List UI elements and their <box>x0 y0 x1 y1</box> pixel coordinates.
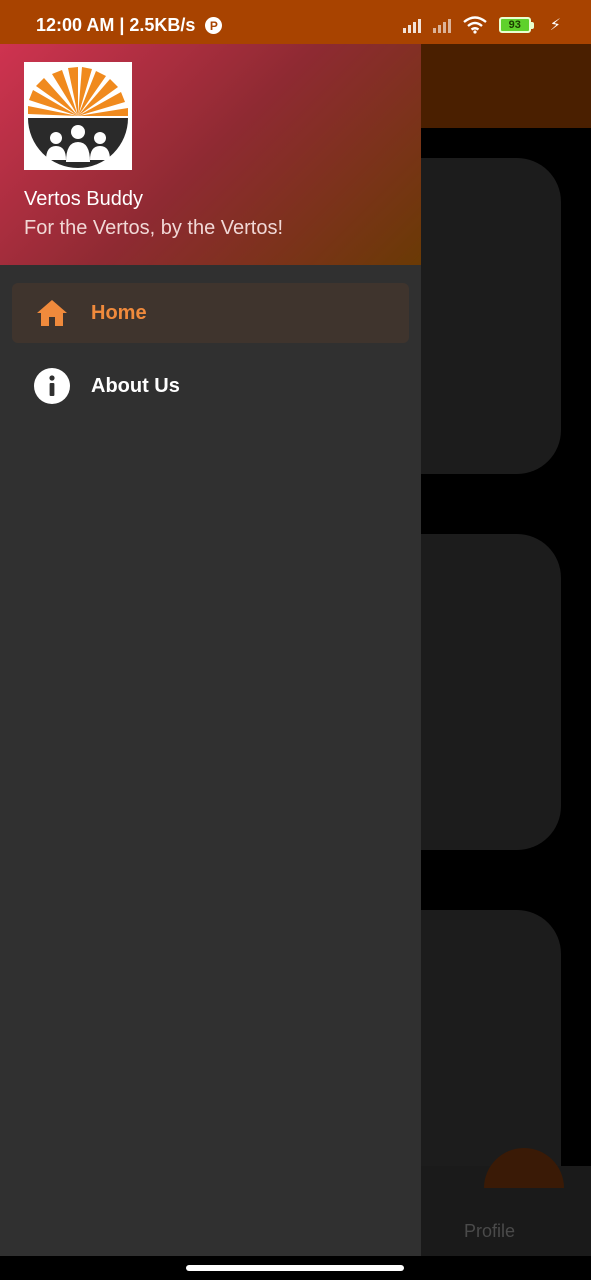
home-icon <box>34 295 70 331</box>
app-title: Vertos Buddy <box>24 188 143 210</box>
navigation-drawer: Vertos Buddy For the Vertos, by the Vert… <box>0 44 421 1256</box>
drawer-header: Vertos Buddy For the Vertos, by the Vert… <box>0 44 421 265</box>
battery-level: 93 <box>498 17 531 33</box>
status-time-speed: 12:00 AM | 2.5KB/s <box>36 15 196 35</box>
status-right: 93 ⚡ <box>402 15 561 35</box>
vertos-logo <box>24 62 132 170</box>
battery-icon: 93 <box>498 17 534 33</box>
drawer-item-home[interactable]: Home <box>12 283 409 343</box>
status-bar: 12:00 AM | 2.5KB/s P 93 ⚡ <box>0 0 591 44</box>
signal-2-icon <box>432 17 451 33</box>
app-subtitle: For the Vertos, by the Vertos! <box>24 217 284 239</box>
background-tab-profile: Profile <box>464 1221 516 1241</box>
info-icon <box>34 368 70 404</box>
notification-p-icon: P <box>205 17 223 34</box>
charging-bolt-icon: ⚡ <box>549 17 561 34</box>
signal-icon <box>402 17 421 33</box>
home-gesture-bar[interactable] <box>186 1265 404 1271</box>
status-left: 12:00 AM | 2.5KB/s P <box>36 15 223 36</box>
drawer-item-label: Home <box>91 301 147 324</box>
gesture-nav-area <box>0 1256 591 1280</box>
drawer-item-label: About Us <box>91 374 180 397</box>
wifi-icon <box>463 16 487 34</box>
drawer-item-about-us[interactable]: About Us <box>12 356 409 416</box>
